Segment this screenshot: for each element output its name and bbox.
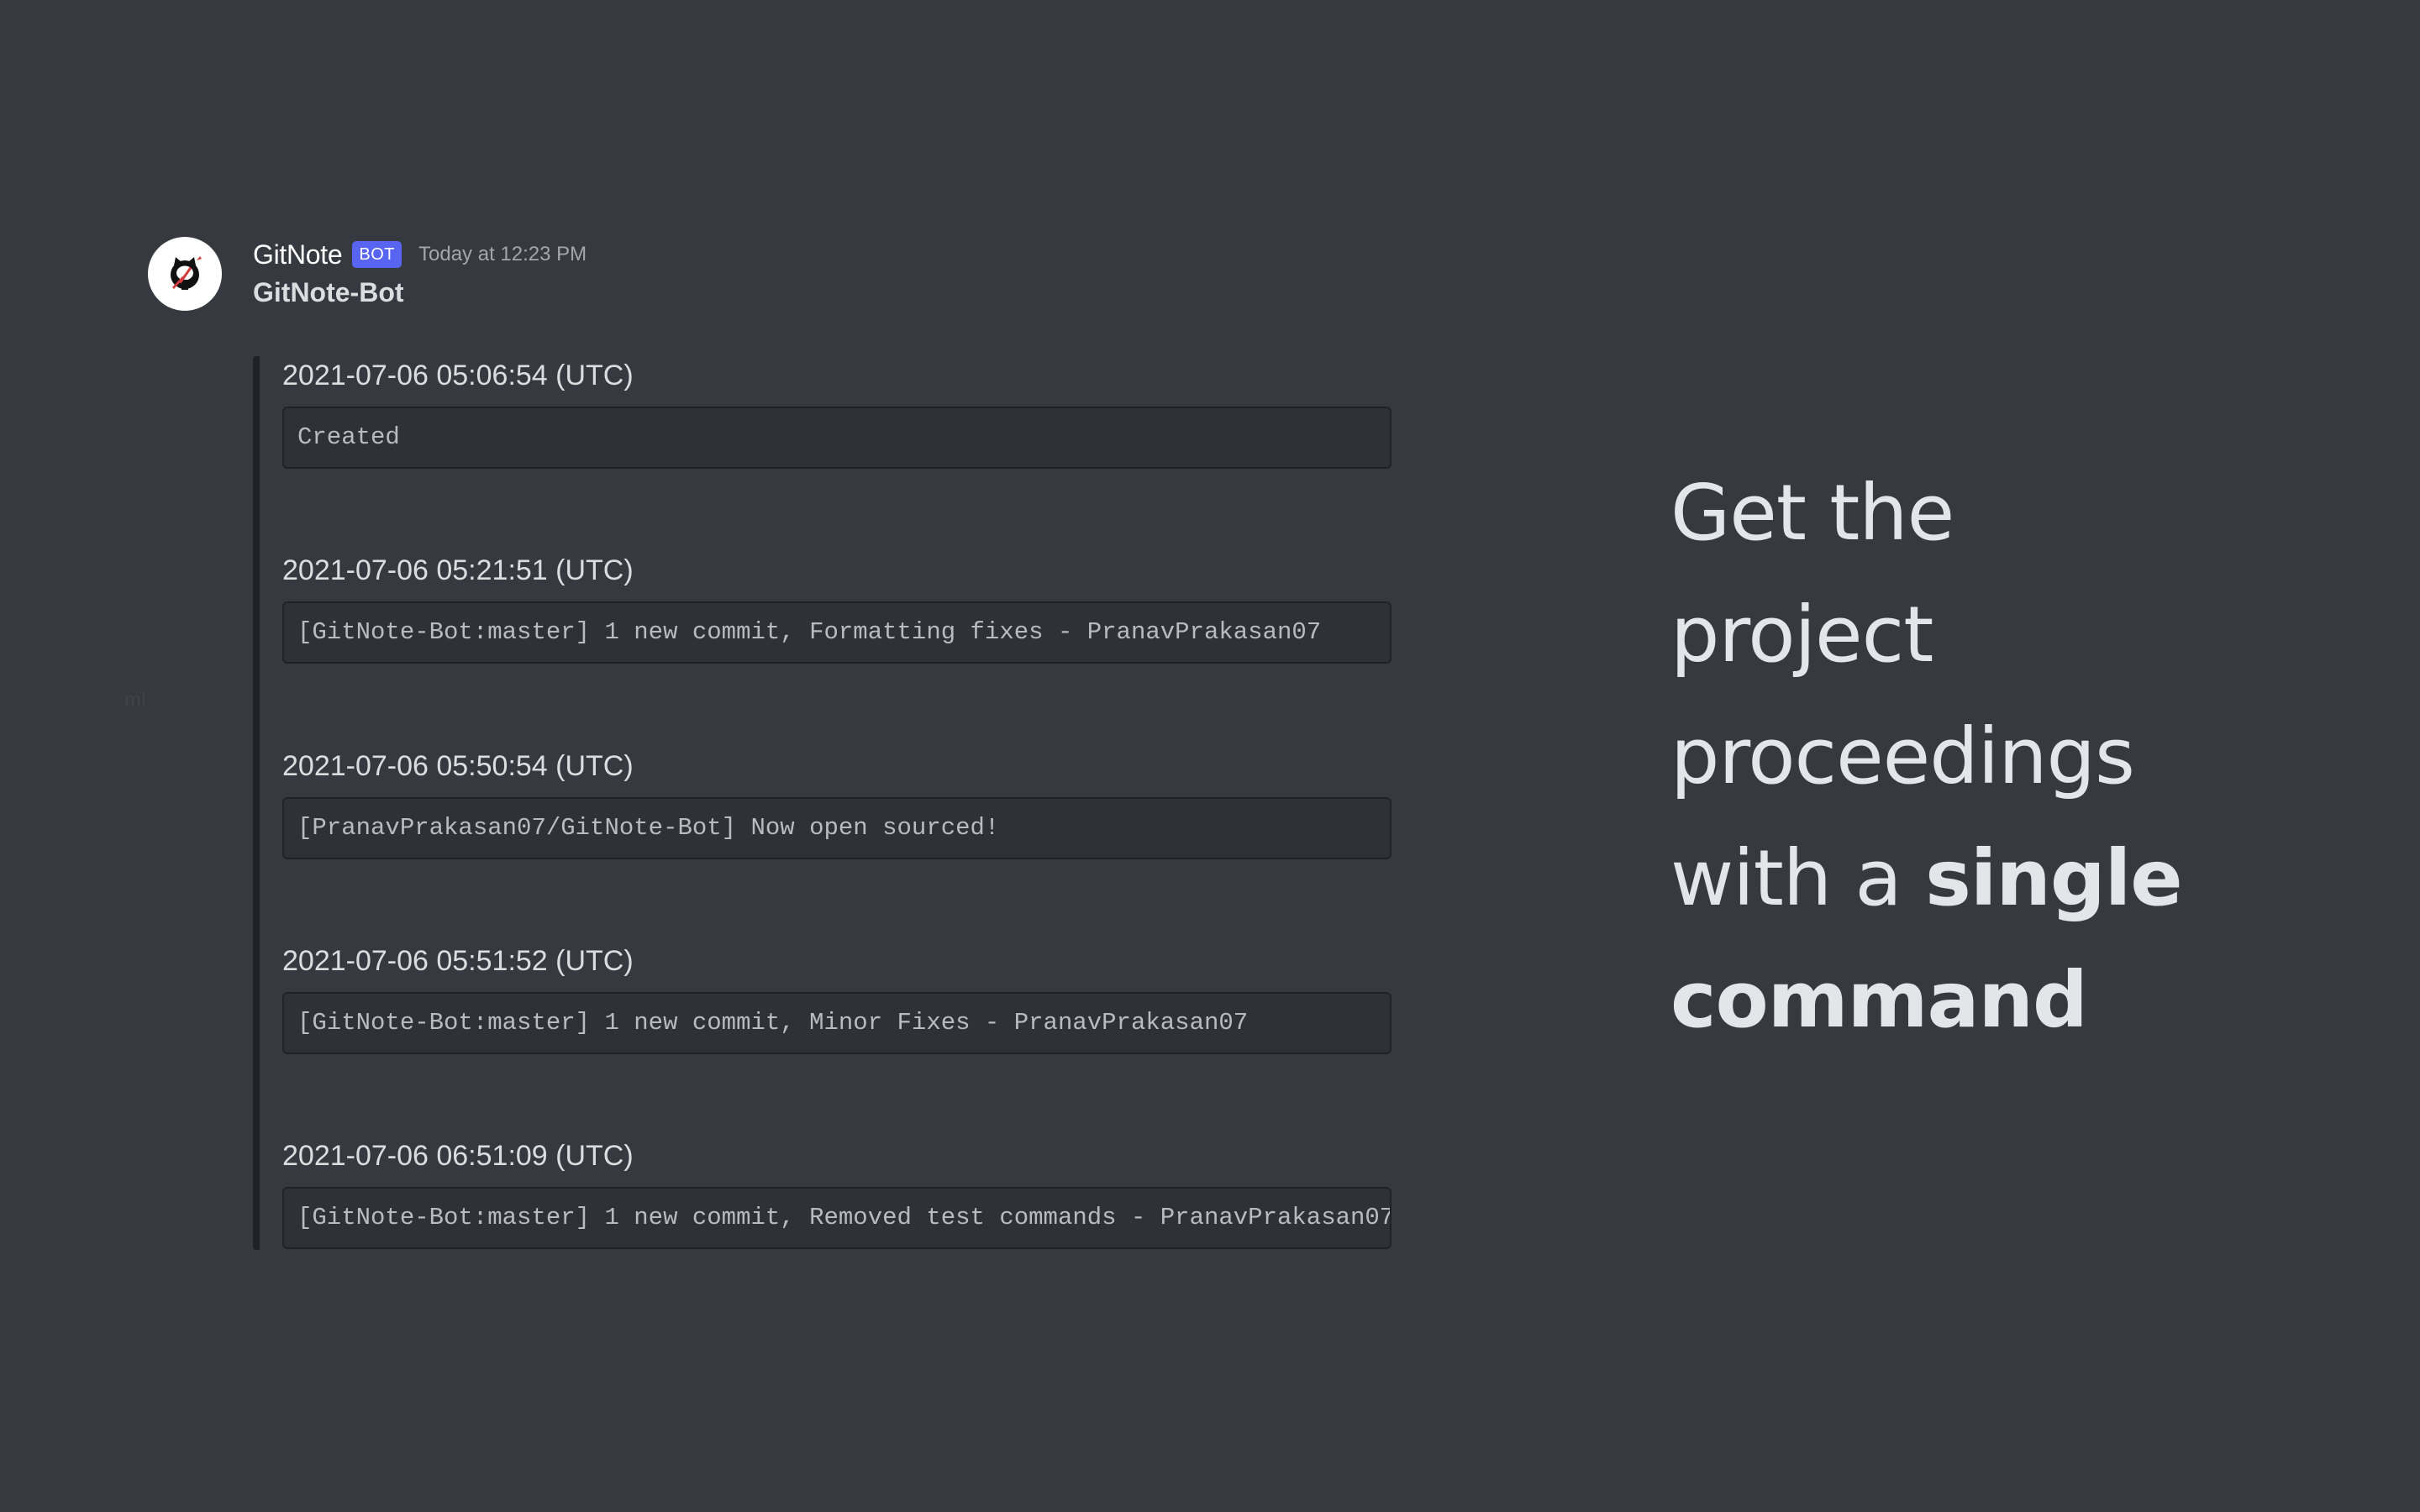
embed-author[interactable]: GitNote-Bot bbox=[253, 277, 404, 308]
bot-badge: BOT bbox=[352, 241, 402, 268]
entry-code-block: [PranavPrakasan07/GitNote-Bot] Now open … bbox=[282, 797, 1392, 859]
entry-timestamp: 2021-07-06 05:51:52 (UTC) bbox=[282, 945, 634, 977]
entry-timestamp: 2021-07-06 05:50:54 (UTC) bbox=[282, 750, 634, 782]
headline-line-3: proceedings bbox=[1670, 711, 2135, 801]
embed-entry: 2021-07-06 06:51:09 (UTC) [GitNote-Bot:m… bbox=[282, 1137, 1392, 1249]
bot-avatar[interactable] bbox=[148, 237, 222, 311]
headline-line-1: Get the bbox=[1670, 468, 1954, 558]
entry-timestamp: 2021-07-06 05:21:51 (UTC) bbox=[282, 554, 634, 586]
entry-code-block: Created bbox=[282, 407, 1392, 469]
entry-code-block: [GitNote-Bot:master] 1 new commit, Forma… bbox=[282, 601, 1392, 664]
embed-entry: 2021-07-06 05:50:54 (UTC) [PranavPrakasa… bbox=[282, 747, 1392, 859]
embed-entry: 2021-07-06 05:51:52 (UTC) [GitNote-Bot:m… bbox=[282, 942, 1392, 1054]
message-timestamp[interactable]: Today at 12:23 PM bbox=[418, 243, 587, 266]
headline-emphasis-single: single bbox=[1925, 833, 2183, 923]
entry-timestamp: 2021-07-06 05:06:54 (UTC) bbox=[282, 360, 634, 391]
embed-entry: 2021-07-06 05:06:54 (UTC) Created bbox=[282, 356, 1392, 469]
entry-code-block: [GitNote-Bot:master] 1 new commit, Minor… bbox=[282, 992, 1392, 1054]
entry-code-block: [GitNote-Bot:master] 1 new commit, Remov… bbox=[282, 1187, 1392, 1249]
headline: Get the project proceedings with a singl… bbox=[1670, 452, 2360, 1061]
headline-line-4: with a single bbox=[1670, 817, 2360, 939]
ghost-text: ml bbox=[124, 689, 146, 711]
headline-emphasis-command: command bbox=[1670, 955, 2088, 1045]
entry-timestamp: 2021-07-06 06:51:09 (UTC) bbox=[282, 1140, 634, 1172]
github-octocat-icon bbox=[171, 256, 202, 290]
message-header: GitNote BOT Today at 12:23 PM bbox=[253, 237, 587, 272]
embed: 2021-07-06 05:06:54 (UTC) Created 2021-0… bbox=[253, 356, 1404, 1250]
headline-line-4-normal: with a bbox=[1670, 833, 1926, 923]
headline-line-2: project bbox=[1670, 590, 1933, 680]
embed-color-bar bbox=[253, 356, 260, 1250]
bot-username[interactable]: GitNote bbox=[253, 239, 343, 270]
embed-entry: 2021-07-06 05:21:51 (UTC) [GitNote-Bot:m… bbox=[282, 551, 1392, 664]
